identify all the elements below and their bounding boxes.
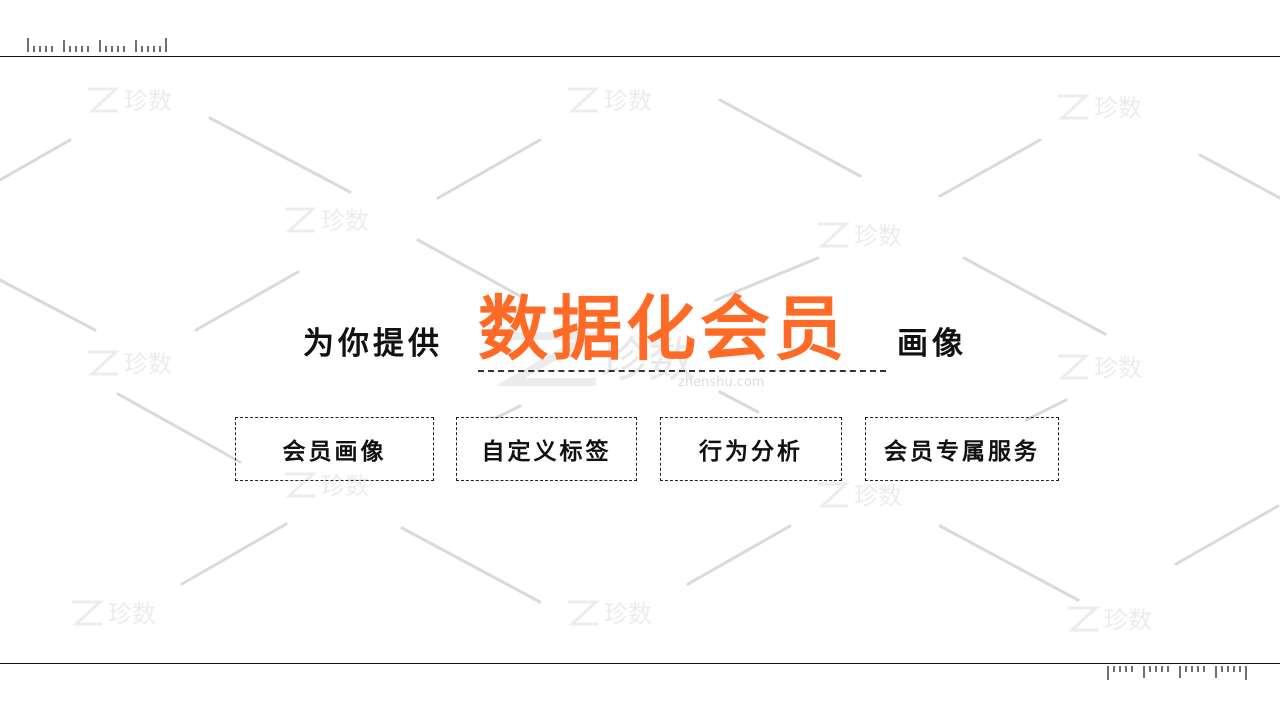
headline: 为你提供 数据化会员 画像 — [0, 288, 1280, 378]
bottom-rule — [0, 663, 1280, 664]
svg-text:珍数: 珍数 — [124, 87, 172, 115]
feature-exclusive-service-button[interactable]: 会员专属服务 — [865, 417, 1059, 481]
svg-text:珍数: 珍数 — [1104, 606, 1152, 634]
headline-dashed-underline — [478, 370, 886, 372]
svg-text:珍数: 珍数 — [1094, 94, 1142, 122]
headline-prefix: 为你提供 — [303, 326, 443, 362]
feature-custom-tags-button[interactable]: 自定义标签 — [456, 417, 637, 481]
feature-behavior-analysis-button[interactable]: 行为分析 — [660, 417, 842, 481]
top-tick-marks — [27, 38, 167, 52]
svg-text:珍数: 珍数 — [854, 222, 902, 250]
top-rule — [0, 56, 1280, 57]
svg-text:珍数: 珍数 — [604, 87, 652, 115]
headline-highlight: 数据化会员 — [478, 288, 848, 370]
headline-suffix: 画像 — [897, 326, 967, 362]
svg-text:珍数: 珍数 — [321, 207, 369, 235]
feature-member-profile-button[interactable]: 会员画像 — [235, 417, 434, 481]
svg-text:珍数: 珍数 — [604, 600, 652, 628]
svg-text:珍数: 珍数 — [854, 482, 902, 510]
svg-text:珍数: 珍数 — [108, 600, 156, 628]
bottom-tick-marks — [1107, 666, 1247, 680]
